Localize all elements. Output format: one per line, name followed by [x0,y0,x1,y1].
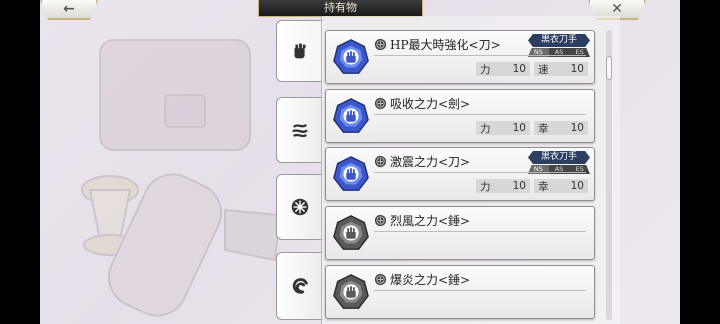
close-x-icon: ✕ [611,1,623,17]
item-name: 烈風之力<錘> [390,214,471,228]
scroll-thumb[interactable] [606,56,612,80]
page-title: 持有物 [258,0,423,17]
divider [374,290,586,291]
blue-gem-icon [332,97,370,135]
item-name: 爆炎之力<錘> [390,273,471,287]
divider [374,231,586,232]
list-scrollbar[interactable] [606,30,612,320]
fist-icon [294,43,306,59]
right-letterbox [680,0,720,324]
list-item[interactable]: 爆炎之力<錘> [325,265,595,319]
coin-icon [374,38,387,51]
swirl-icon [292,278,308,294]
gray-gem-icon [332,273,370,311]
class-badge: 黒衣刀手 NS AS ES [528,34,590,57]
blue-gem-icon [332,155,370,193]
tab-potion[interactable] [276,97,323,163]
blue-gem-icon [332,38,370,76]
tab-fist[interactable] [276,20,323,82]
coin-icon [374,155,387,168]
item-stats: 力 10 幸 10 [476,121,588,135]
left-letterbox [0,0,40,324]
item-name: 吸收之力<劍> [390,97,471,111]
item-name: HP最大時強化<刀> [390,38,501,52]
coin-icon [374,273,387,286]
list-item[interactable]: 烈風之力<錘> [325,206,595,260]
list-item[interactable]: 激震之力<刀> 黒衣刀手 NS AS ES 力 10 幸 10 [325,147,595,201]
left-arrow-icon: ← [63,1,75,17]
back-button[interactable]: ← [40,0,98,20]
coin-icon [374,214,387,227]
class-badge: 黒衣刀手 NS AS ES [528,151,590,174]
tab-swirl[interactable] [276,252,323,320]
crest-icon [291,198,309,216]
divider [374,114,586,115]
item-stats: 力 10 幸 10 [476,179,588,193]
item-stats: 力 10 速 10 [476,62,588,76]
gray-gem-icon [332,214,370,252]
divider [374,172,586,173]
potion-icon [292,124,308,138]
coin-icon [374,97,387,110]
list-item[interactable]: 吸收之力<劍> 力 10 幸 10 [325,89,595,143]
item-name: 激震之力<刀> [390,155,471,169]
divider [374,55,586,56]
list-item[interactable]: HP最大時強化<刀> 黒衣刀手 NS AS ES 力 10 速 10 [325,30,595,84]
tab-crest[interactable] [276,174,323,240]
